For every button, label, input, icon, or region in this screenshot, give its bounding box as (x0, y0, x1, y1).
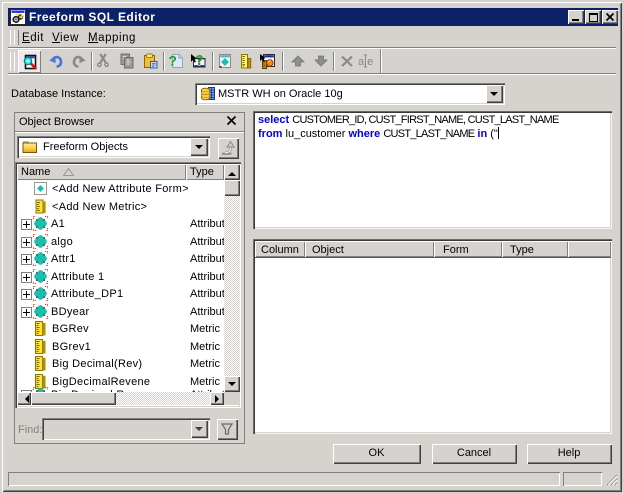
svg-text:?: ? (195, 53, 203, 68)
svg-text:?: ? (169, 54, 177, 69)
